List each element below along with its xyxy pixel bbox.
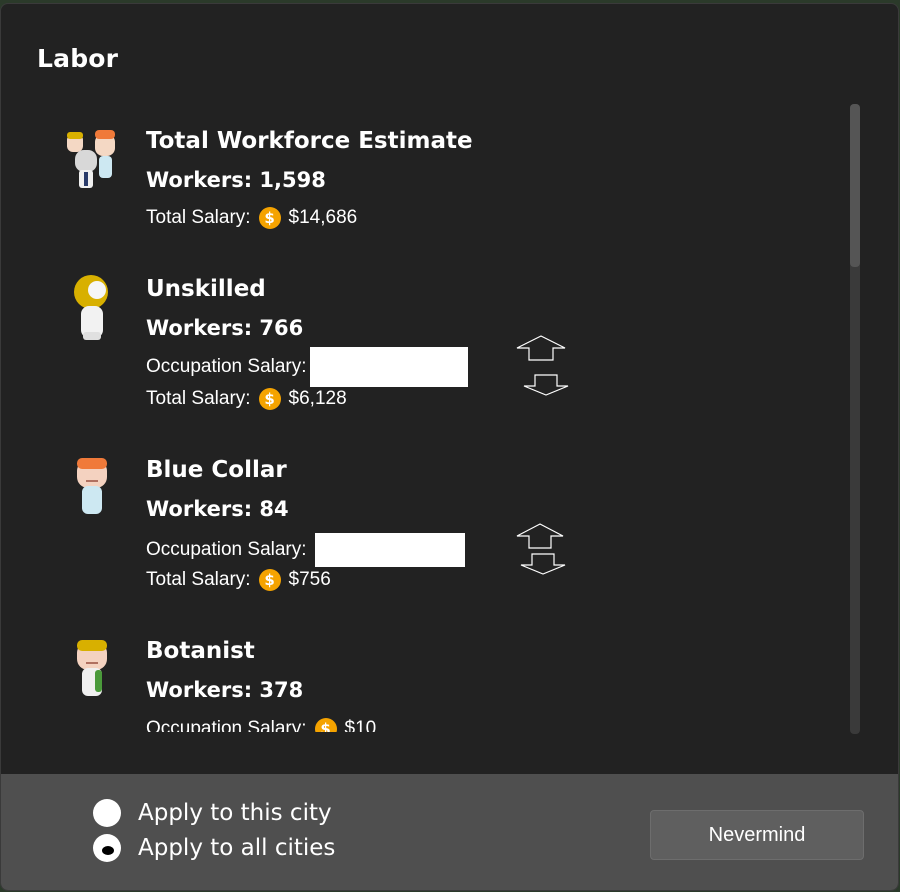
occupation-salary-label: Occupation Salary: — [146, 718, 307, 732]
coin-icon: $ — [258, 569, 281, 591]
occupation-workers: Workers: 84 — [146, 497, 289, 521]
coin-icon: $ — [258, 388, 281, 410]
workforce-group-icon — [67, 130, 115, 188]
increase-salary-arrow-icon[interactable] — [516, 523, 564, 549]
blue-collar-worker-icon — [77, 458, 107, 514]
occupation-name: Unskilled — [146, 276, 266, 302]
apply-all-cities-label: Apply to all cities — [138, 835, 336, 861]
scrollbar[interactable] — [850, 104, 860, 734]
total-salary-label: Total Salary: — [146, 569, 251, 590]
occupation-list[interactable]: Total Workforce Estimate Workers: 1,598 … — [1, 104, 861, 732]
botanist-worker-icon — [77, 640, 107, 696]
scrollbar-thumb[interactable] — [850, 104, 860, 267]
total-salary-value: $6,128 — [288, 388, 347, 409]
radio-all-cities[interactable] — [93, 834, 121, 862]
labor-dialog: Labor Total Workforce Estimate Workers: … — [0, 3, 899, 891]
decrease-salary-arrow-icon[interactable] — [523, 374, 569, 396]
total-salary-label: Total Salary: — [146, 388, 251, 409]
apply-this-city-option[interactable]: Apply to this city — [93, 799, 332, 827]
occupation-workers: Workers: 766 — [146, 316, 304, 340]
occupation-total-salary: Total Salary: $ $6,128 — [146, 388, 347, 410]
increase-salary-arrow-icon[interactable] — [516, 335, 566, 361]
occupation-name: Blue Collar — [146, 457, 287, 483]
summary-total-salary: Total Salary: $ $14,686 — [146, 207, 357, 229]
occupation-salary-label: Occupation Salary: — [146, 539, 307, 560]
nevermind-button[interactable]: Nevermind — [650, 810, 864, 860]
apply-all-cities-option[interactable]: Apply to all cities — [93, 834, 335, 862]
occupation-salary-label: Occupation Salary: — [146, 356, 307, 377]
occupation-name: Botanist — [146, 638, 255, 664]
occupation-salary-input[interactable] — [314, 533, 465, 567]
total-salary-value: $756 — [288, 569, 331, 590]
dialog-footer: Apply to this city Apply to all cities N… — [1, 774, 898, 890]
occupation-salary-input[interactable] — [309, 347, 468, 387]
unskilled-worker-icon — [74, 275, 108, 340]
occupation-salary-row: Occupation Salary: $ $10 — [146, 718, 376, 732]
coin-icon: $ — [314, 718, 337, 732]
summary-workers: Workers: 1,598 — [146, 168, 326, 192]
coin-icon: $ — [258, 207, 281, 229]
occupation-workers: Workers: 378 — [146, 678, 304, 702]
apply-this-city-label: Apply to this city — [138, 800, 332, 826]
total-salary-label: Total Salary: — [146, 207, 251, 228]
summary-title: Total Workforce Estimate — [146, 128, 473, 154]
dialog-title: Labor — [37, 44, 119, 73]
occupation-salary-value: $10 — [344, 718, 377, 732]
occupation-salary-row: Occupation Salary: — [146, 347, 468, 387]
occupation-total-salary: Total Salary: $ $756 — [146, 569, 331, 591]
total-salary-value: $14,686 — [288, 207, 358, 228]
occupation-salary-row: Occupation Salary: — [146, 533, 465, 567]
decrease-salary-arrow-icon[interactable] — [520, 553, 566, 575]
radio-this-city[interactable] — [93, 799, 121, 827]
